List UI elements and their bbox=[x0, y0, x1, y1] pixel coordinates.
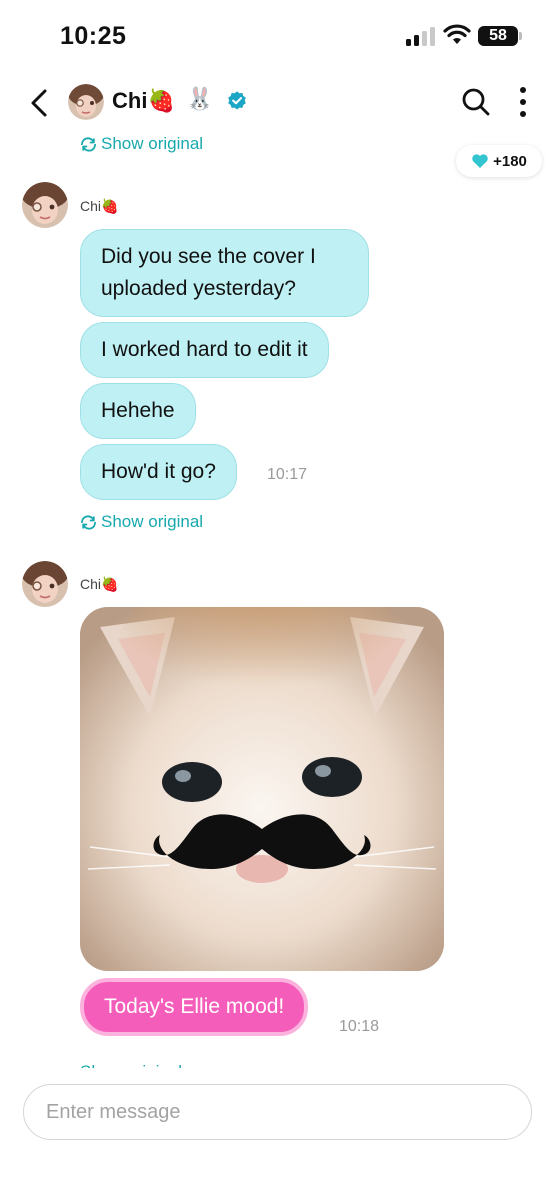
image-caption-bubble[interactable]: Today's Ellie mood! bbox=[80, 978, 309, 1036]
like-count-pill[interactable]: +180 bbox=[456, 145, 542, 177]
more-options-icon[interactable] bbox=[512, 86, 534, 118]
like-count: +180 bbox=[493, 152, 527, 170]
translate-icon bbox=[81, 136, 96, 152]
back-arrow-icon[interactable] bbox=[26, 86, 56, 120]
search-icon[interactable] bbox=[460, 86, 492, 118]
message-text: How'd it go? bbox=[101, 460, 216, 483]
avatar[interactable] bbox=[68, 84, 104, 120]
contact-name-text: Chi bbox=[112, 88, 148, 113]
message-bubble[interactable]: How'd it go? bbox=[80, 444, 237, 500]
message-time: 10:18 bbox=[339, 1018, 380, 1035]
show-original-label: Show original bbox=[101, 134, 204, 153]
sender-name-text: Chi bbox=[80, 576, 102, 592]
chat-header: Chi🍓 🐰 bbox=[0, 72, 555, 134]
sender-name: Chi🍓 bbox=[80, 198, 118, 215]
sender-name-text: Chi bbox=[80, 198, 102, 214]
message-text: Hehehe bbox=[101, 399, 175, 422]
strawberry-emoji: 🍓 bbox=[101, 198, 119, 214]
avatar[interactable] bbox=[22, 561, 68, 607]
contact-name[interactable]: Chi🍓 bbox=[112, 88, 175, 114]
show-original-link[interactable]: Show original bbox=[80, 134, 203, 154]
message-time: 10:17 bbox=[267, 466, 308, 483]
signal-icon bbox=[406, 26, 436, 46]
heart-icon bbox=[472, 154, 488, 168]
show-original-label: Show original bbox=[101, 512, 204, 531]
strawberry-emoji: 🍓 bbox=[101, 576, 119, 592]
battery-indicator: 58 bbox=[478, 26, 522, 46]
translate-icon bbox=[81, 514, 96, 530]
wifi-icon bbox=[443, 24, 471, 44]
status-time: 10:25 bbox=[60, 22, 127, 50]
message-text: Did you see the cover I uploaded yesterd… bbox=[101, 245, 316, 300]
status-bar: 10:25 58 bbox=[0, 0, 555, 72]
show-original-link[interactable]: Show original bbox=[80, 512, 203, 532]
message-composer bbox=[0, 1068, 555, 1200]
message-bubble[interactable]: Did you see the cover I uploaded yesterd… bbox=[80, 229, 369, 317]
sender-name: Chi🍓 bbox=[80, 576, 118, 593]
message-text: I worked hard to edit it bbox=[101, 338, 308, 361]
message-bubble[interactable]: Hehehe bbox=[80, 383, 196, 439]
message-input[interactable] bbox=[23, 1084, 532, 1140]
message-bubble[interactable]: I worked hard to edit it bbox=[80, 322, 329, 378]
message-text: Today's Ellie mood! bbox=[104, 995, 285, 1018]
avatar[interactable] bbox=[22, 182, 68, 228]
verified-badge-icon bbox=[228, 91, 246, 110]
cat-mustache-photo[interactable] bbox=[80, 607, 444, 971]
strawberry-emoji: 🍓 bbox=[147, 88, 175, 113]
bunny-emoji: 🐰 bbox=[186, 86, 214, 111]
